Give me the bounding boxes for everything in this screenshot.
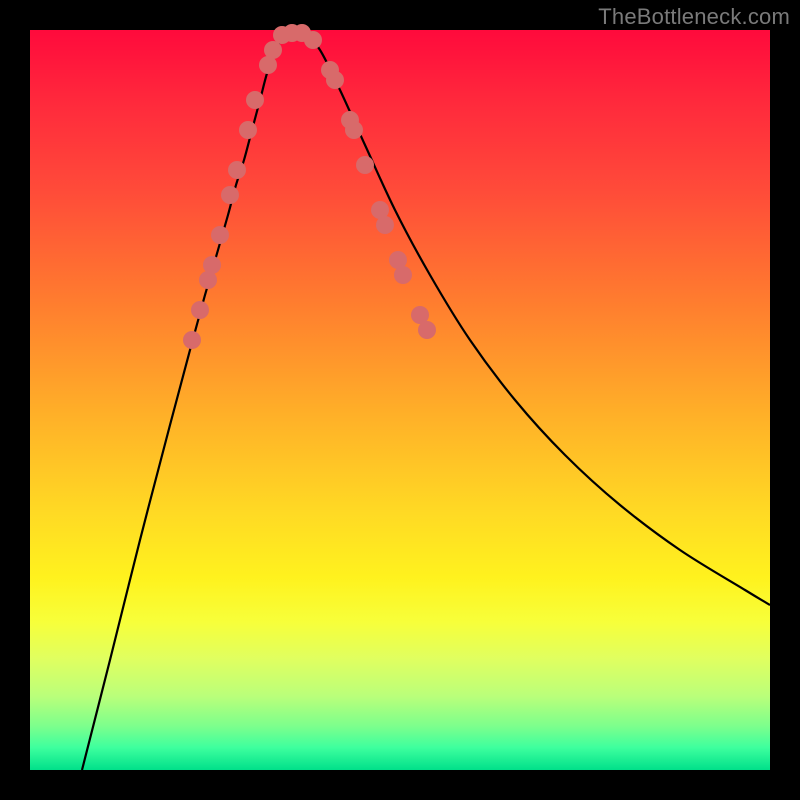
bottleneck-curve: [82, 31, 770, 770]
highlight-dot: [356, 156, 374, 174]
highlight-dots: [183, 24, 436, 349]
highlight-dot: [376, 216, 394, 234]
highlight-dot: [246, 91, 264, 109]
highlight-dot: [183, 331, 201, 349]
chart-frame: TheBottleneck.com: [0, 0, 800, 800]
highlight-dot: [211, 226, 229, 244]
curve-svg: [30, 30, 770, 770]
highlight-dot: [191, 301, 209, 319]
highlight-dot: [345, 121, 363, 139]
highlight-dot: [326, 71, 344, 89]
highlight-dot: [228, 161, 246, 179]
highlight-dot: [221, 186, 239, 204]
highlight-dot: [394, 266, 412, 284]
highlight-dot: [304, 31, 322, 49]
highlight-dot: [418, 321, 436, 339]
watermark-text: TheBottleneck.com: [598, 4, 790, 30]
plot-area: [30, 30, 770, 770]
highlight-dot: [239, 121, 257, 139]
highlight-dot: [203, 256, 221, 274]
highlight-dot: [264, 41, 282, 59]
